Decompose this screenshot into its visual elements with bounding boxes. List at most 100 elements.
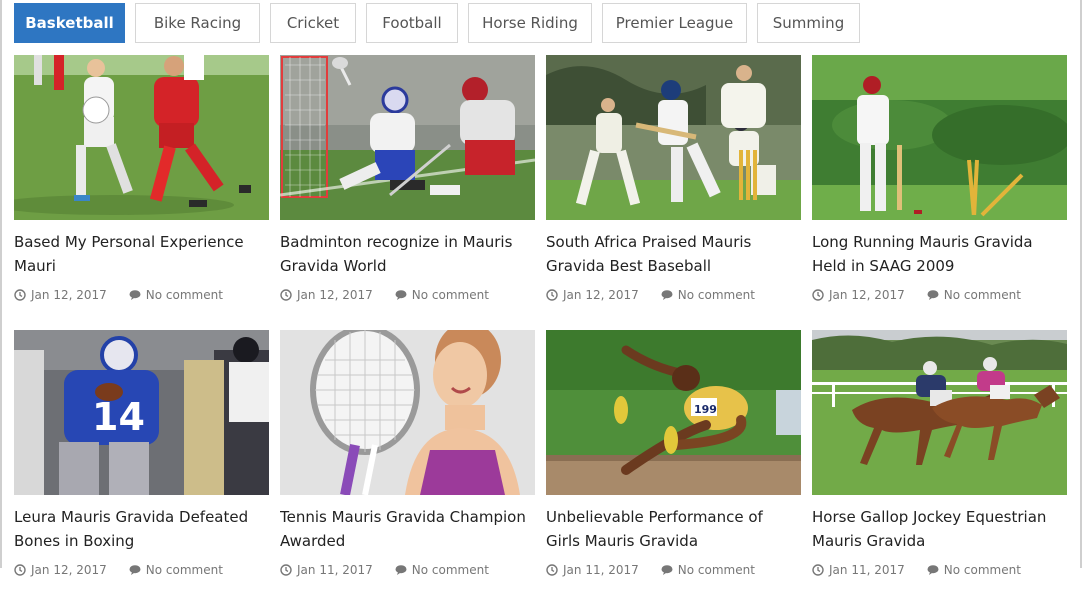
tab-summing[interactable]: Summing	[757, 3, 860, 43]
post-comments[interactable]: No comment	[129, 563, 223, 577]
post-comments[interactable]: No comment	[661, 563, 755, 577]
post-comments-text: No comment	[677, 288, 755, 302]
cricket-batsman-bowled-photo	[812, 55, 1067, 220]
post-date[interactable]: Jan 12, 2017	[546, 288, 639, 302]
post-date-text: Jan 12, 2017	[31, 288, 107, 302]
post-card: Tennis Mauris Gravida Champion Awarded J…	[280, 330, 535, 605]
post-title[interactable]: Long Running Mauris Gravida Held in SAAG…	[812, 230, 1067, 278]
comment-icon	[927, 289, 939, 301]
post-thumbnail[interactable]	[280, 330, 535, 495]
post-thumbnail[interactable]	[280, 55, 535, 220]
post-date[interactable]: Jan 12, 2017	[280, 288, 373, 302]
post-date[interactable]: Jan 12, 2017	[812, 288, 905, 302]
category-tabs: Basketball Bike Racing Cricket Football …	[14, 3, 860, 43]
post-thumbnail[interactable]: 199	[546, 330, 801, 495]
post-thumbnail[interactable]	[546, 55, 801, 220]
clock-icon	[280, 289, 292, 301]
post-date-text: Jan 11, 2017	[297, 563, 373, 577]
post-date-text: Jan 12, 2017	[297, 288, 373, 302]
post-card: South Africa Praised Mauris Gravida Best…	[546, 55, 801, 330]
post-title[interactable]: Tennis Mauris Gravida Champion Awarded	[280, 505, 535, 553]
tennis-player-photo	[280, 330, 535, 495]
svg-text:199: 199	[694, 403, 717, 416]
post-card: Based My Personal Experience Mauri Jan 1…	[14, 55, 269, 330]
comment-icon	[129, 564, 141, 576]
cricket-match-photo	[546, 55, 801, 220]
clock-icon	[812, 564, 824, 576]
post-thumbnail[interactable]	[14, 55, 269, 220]
post-meta: Jan 12, 2017 No comment	[14, 562, 269, 578]
comment-icon	[927, 564, 939, 576]
comment-icon	[129, 289, 141, 301]
post-grid: Based My Personal Experience Mauri Jan 1…	[14, 55, 1067, 605]
post-card: Long Running Mauris Gravida Held in SAAG…	[812, 55, 1067, 330]
post-comments-text: No comment	[943, 288, 1021, 302]
post-date-text: Jan 12, 2017	[563, 288, 639, 302]
post-comments-text: No comment	[677, 563, 755, 577]
post-title[interactable]: Badminton recognize in Mauris Gravida Wo…	[280, 230, 535, 278]
clock-icon	[14, 564, 26, 576]
post-title[interactable]: South Africa Praised Mauris Gravida Best…	[546, 230, 801, 278]
tab-football[interactable]: Football	[366, 3, 458, 43]
tab-cricket[interactable]: Cricket	[270, 3, 356, 43]
tab-horse-riding[interactable]: Horse Riding	[468, 3, 592, 43]
clock-icon	[14, 289, 26, 301]
clock-icon	[546, 289, 558, 301]
post-date-text: Jan 12, 2017	[829, 288, 905, 302]
clock-icon	[812, 289, 824, 301]
post-meta: Jan 12, 2017 No comment	[280, 287, 535, 303]
post-card: Badminton recognize in Mauris Gravida Wo…	[280, 55, 535, 330]
american-football-photo: 14	[14, 330, 269, 495]
comment-icon	[661, 564, 673, 576]
post-comments[interactable]: No comment	[661, 288, 755, 302]
post-title[interactable]: Based My Personal Experience Mauri	[14, 230, 269, 278]
post-title[interactable]: Unbelievable Performance of Girls Mauris…	[546, 505, 801, 553]
post-date[interactable]: Jan 11, 2017	[280, 563, 373, 577]
post-thumbnail[interactable]	[812, 55, 1067, 220]
comment-icon	[661, 289, 673, 301]
post-comments-text: No comment	[943, 563, 1021, 577]
post-thumbnail[interactable]	[812, 330, 1067, 495]
clock-icon	[280, 564, 292, 576]
post-comments-text: No comment	[145, 563, 223, 577]
post-comments[interactable]: No comment	[927, 288, 1021, 302]
post-meta: Jan 12, 2017 No comment	[546, 287, 801, 303]
post-date[interactable]: Jan 11, 2017	[812, 563, 905, 577]
tab-bike-racing[interactable]: Bike Racing	[135, 3, 260, 43]
post-meta: Jan 11, 2017 No comment	[812, 562, 1067, 578]
post-meta: Jan 11, 2017 No comment	[280, 562, 535, 578]
post-date[interactable]: Jan 12, 2017	[14, 563, 107, 577]
post-comments[interactable]: No comment	[927, 563, 1021, 577]
post-comments-text: No comment	[145, 288, 223, 302]
post-card: 199 Unbelievable Performance of Girls Ma…	[546, 330, 801, 605]
post-date-text: Jan 12, 2017	[31, 563, 107, 577]
tab-basketball[interactable]: Basketball	[14, 3, 125, 43]
tab-premier-league[interactable]: Premier League	[602, 3, 747, 43]
post-title[interactable]: Horse Gallop Jockey Equestrian Mauris Gr…	[812, 505, 1067, 553]
post-date-text: Jan 11, 2017	[563, 563, 639, 577]
post-date-text: Jan 11, 2017	[829, 563, 905, 577]
post-card: 14 Leura Mauris Gravida Defeated Bones i…	[14, 330, 269, 605]
clock-icon	[546, 564, 558, 576]
post-comments-text: No comment	[411, 288, 489, 302]
post-thumbnail[interactable]: 14	[14, 330, 269, 495]
svg-text:14: 14	[92, 395, 145, 439]
post-date[interactable]: Jan 12, 2017	[14, 288, 107, 302]
post-comments[interactable]: No comment	[395, 288, 489, 302]
post-comments[interactable]: No comment	[129, 288, 223, 302]
comment-icon	[395, 289, 407, 301]
post-card: Horse Gallop Jockey Equestrian Mauris Gr…	[812, 330, 1067, 605]
post-meta: Jan 12, 2017 No comment	[14, 287, 269, 303]
post-meta: Jan 11, 2017 No comment	[546, 562, 801, 578]
post-date[interactable]: Jan 11, 2017	[546, 563, 639, 577]
horse-racing-photo	[812, 330, 1067, 495]
post-meta: Jan 12, 2017 No comment	[812, 287, 1067, 303]
comment-icon	[395, 564, 407, 576]
post-comments-text: No comment	[411, 563, 489, 577]
post-title[interactable]: Leura Mauris Gravida Defeated Bones in B…	[14, 505, 269, 553]
lacrosse-players-photo	[280, 55, 535, 220]
post-comments[interactable]: No comment	[395, 563, 489, 577]
soccer-players-photo	[14, 55, 269, 220]
page-edge-left	[0, 0, 2, 568]
long-jump-athlete-photo: 199	[546, 330, 801, 495]
